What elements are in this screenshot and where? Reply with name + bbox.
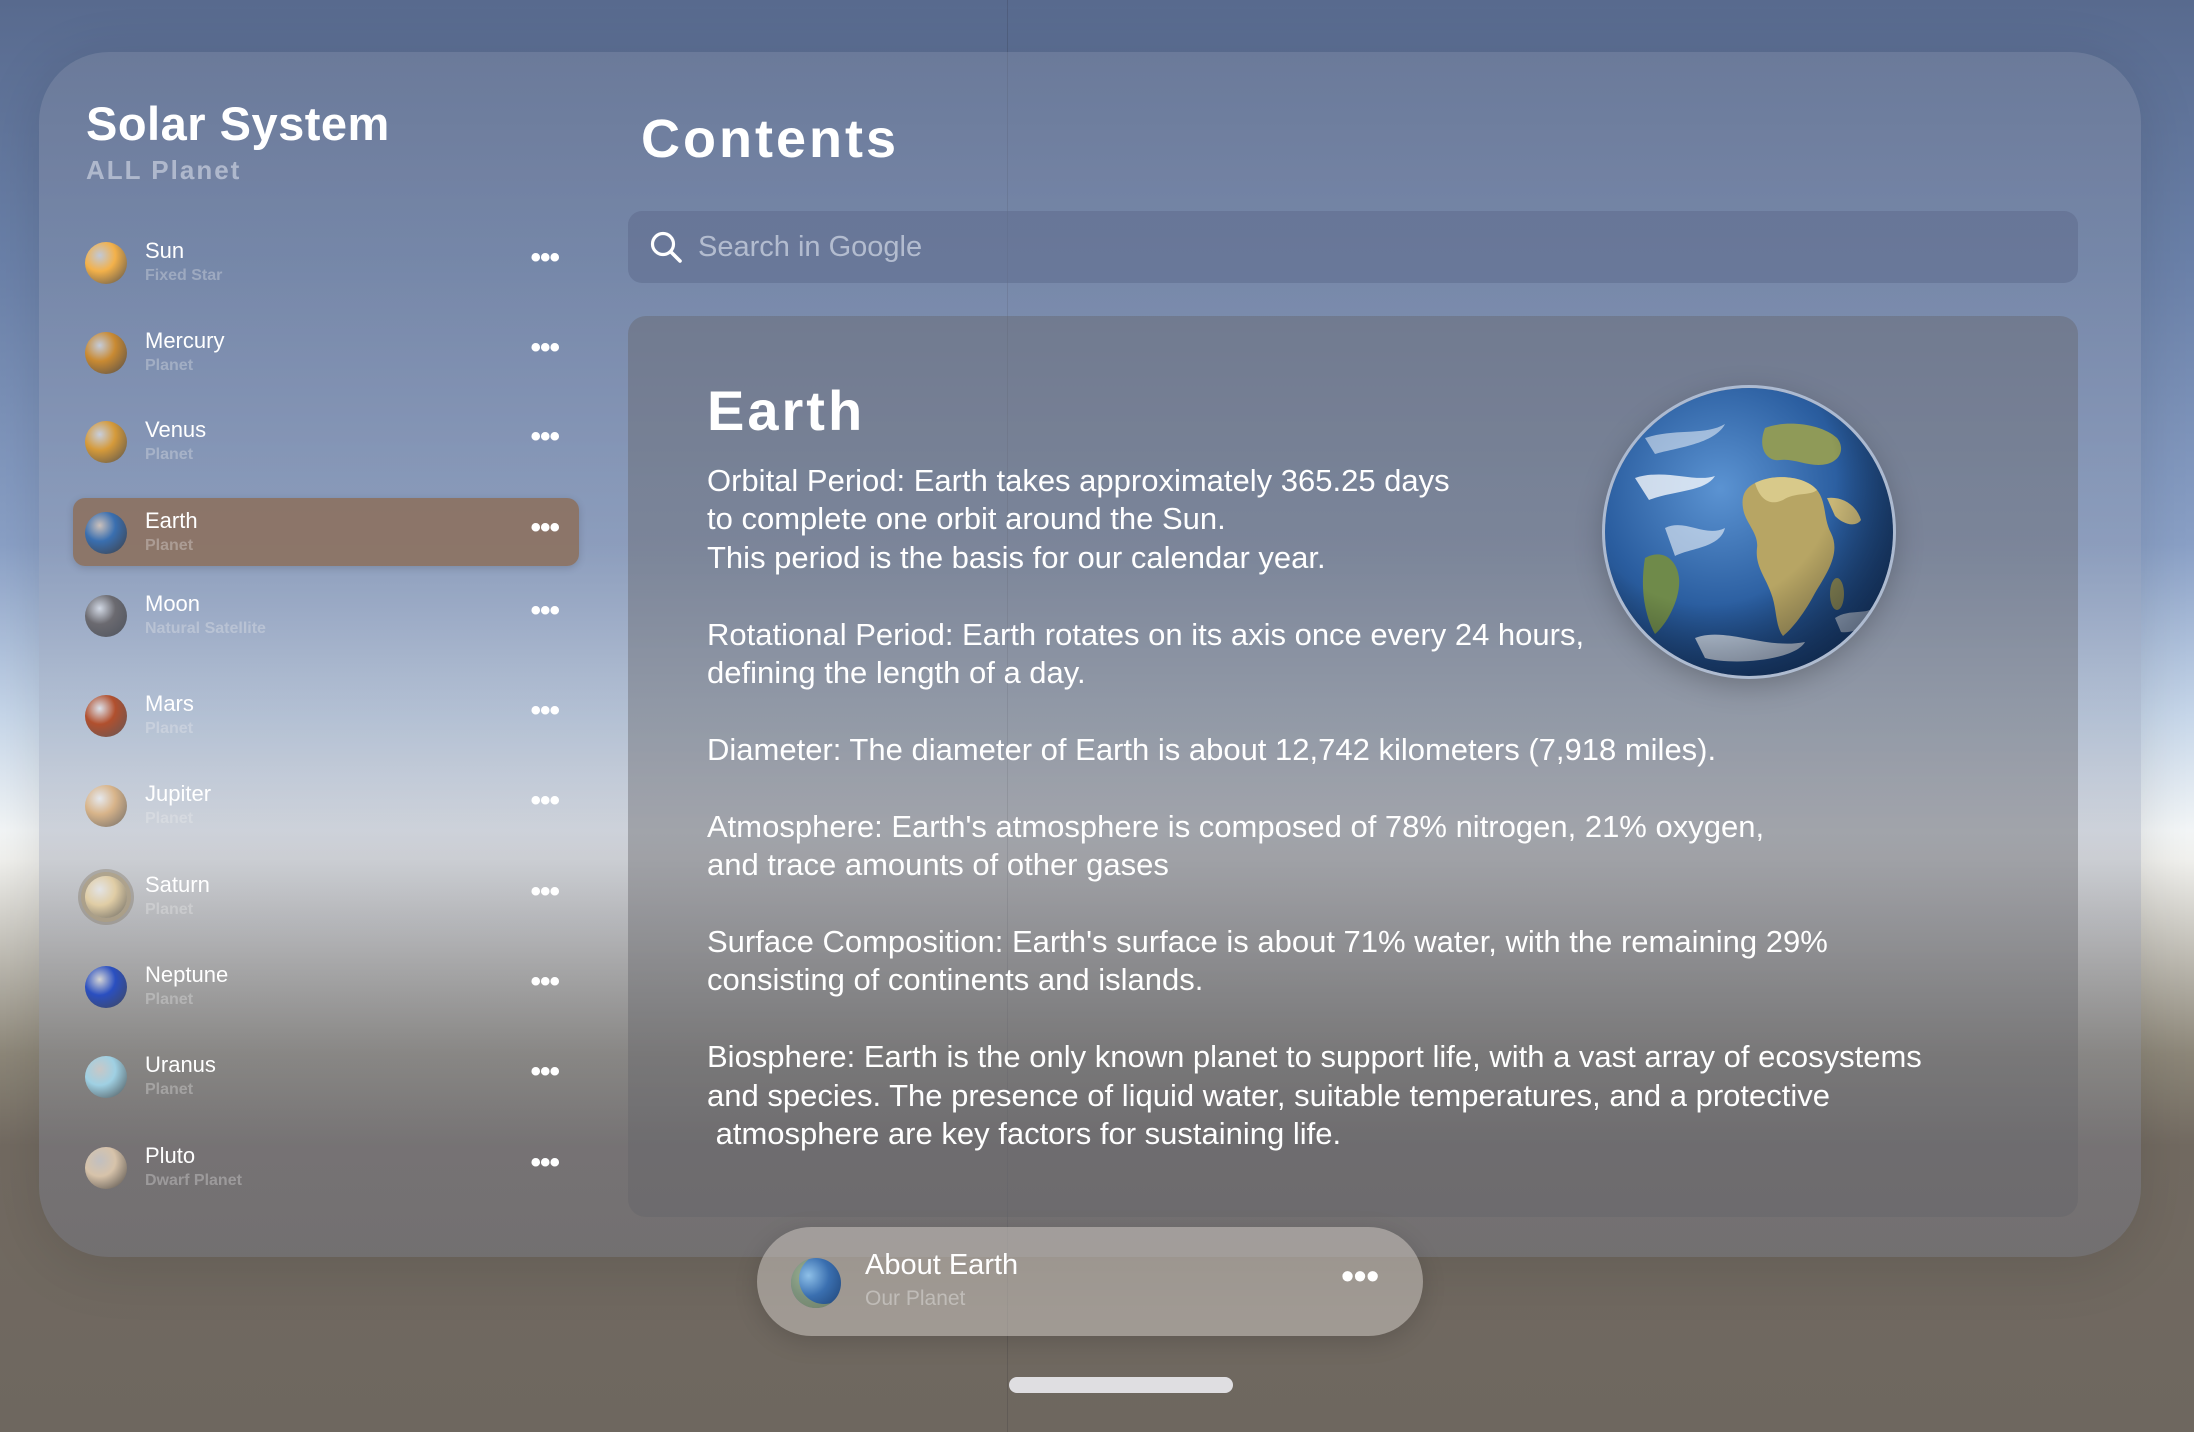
sidebar-item-earth[interactable]: Earth Planet ••• <box>73 498 579 566</box>
sidebar-item-type: Planet <box>145 1081 194 1098</box>
earth-icon <box>791 1258 841 1308</box>
sidebar-item-type: Planet <box>145 446 194 463</box>
mars-icon <box>85 695 127 737</box>
sidebar-item-label: Moon <box>145 591 201 616</box>
neptune-icon <box>85 966 127 1008</box>
sidebar-item-type: Dwarf Planet <box>145 1172 242 1189</box>
sidebar-item-label: Earth <box>145 508 198 533</box>
more-options-button[interactable]: ••• <box>530 1055 559 1089</box>
sidebar-item-type: Planet <box>145 991 194 1008</box>
sidebar-item-moon[interactable]: Moon Natural Satellite ••• <box>73 581 579 649</box>
sidebar-item-type: Natural Satellite <box>145 620 266 637</box>
moon-icon <box>85 595 127 637</box>
sidebar-item-type: Planet <box>145 810 194 827</box>
sidebar-item-saturn[interactable]: Saturn Planet ••• <box>73 862 579 930</box>
more-options-button[interactable]: ••• <box>530 694 559 728</box>
sidebar-item-venus[interactable]: Venus Planet ••• <box>73 407 579 475</box>
page-title: Contents <box>641 109 899 169</box>
more-options-button[interactable]: ••• <box>530 241 559 275</box>
more-options-button[interactable]: ••• <box>530 420 559 454</box>
sidebar-item-label: Sun <box>145 238 185 263</box>
venus-icon <box>85 421 127 463</box>
more-options-button[interactable]: ••• <box>530 965 559 999</box>
sidebar-item-label: Venus <box>145 417 207 442</box>
more-options-button[interactable]: ••• <box>530 1146 559 1180</box>
now-playing-title: About Earth <box>865 1249 1019 1281</box>
more-options-button[interactable]: ••• <box>530 594 559 628</box>
sidebar-item-label: Mars <box>145 691 194 716</box>
sun-icon <box>85 242 127 284</box>
sidebar-item-mars[interactable]: Mars Planet ••• <box>73 681 579 749</box>
sidebar-item-label: Mercury <box>145 328 225 353</box>
earth-icon <box>85 512 127 554</box>
more-options-button[interactable]: ••• <box>530 331 559 365</box>
sidebar-item-label: Neptune <box>145 962 229 987</box>
sidebar-item-neptune[interactable]: Neptune Planet ••• <box>73 952 579 1020</box>
sidebar-item-label: Uranus <box>145 1052 216 1077</box>
jupiter-icon <box>85 785 127 827</box>
sidebar-item-type: Planet <box>145 901 194 918</box>
sidebar-item-type: Planet <box>145 720 194 737</box>
mercury-icon <box>85 332 127 374</box>
sidebar-item-sun[interactable]: Sun Fixed Star ••• <box>73 228 579 296</box>
home-indicator[interactable] <box>1009 1377 1233 1393</box>
search-bar[interactable]: Search in Google <box>628 211 2078 283</box>
sidebar-item-type: Planet <box>145 537 194 554</box>
pluto-icon <box>85 1147 127 1189</box>
sidebar-subtitle: ALL Planet <box>86 155 242 185</box>
sidebar-item-pluto[interactable]: Pluto Dwarf Planet ••• <box>73 1133 579 1201</box>
sidebar-item-mercury[interactable]: Mercury Planet ••• <box>73 318 579 386</box>
now-playing-more-button[interactable]: ••• <box>1341 1255 1379 1297</box>
sidebar-item-label: Pluto <box>145 1143 196 1168</box>
more-options-button[interactable]: ••• <box>530 511 559 545</box>
article-title: Earth <box>707 379 866 442</box>
sidebar-item-label: Jupiter <box>145 781 212 806</box>
sidebar-title: Solar System <box>86 97 390 150</box>
now-playing-subtitle: Our Planet <box>865 1287 966 1310</box>
search-input[interactable]: Search in Google <box>698 231 922 264</box>
sidebar-item-type: Fixed Star <box>145 267 223 284</box>
saturn-icon <box>85 876 127 918</box>
sidebar-item-type: Planet <box>145 357 194 374</box>
more-options-button[interactable]: ••• <box>530 784 559 818</box>
uranus-icon <box>85 1056 127 1098</box>
sidebar-item-uranus[interactable]: Uranus Planet ••• <box>73 1042 579 1110</box>
sidebar-item-label: Saturn <box>145 872 210 897</box>
earth-globe-image <box>1605 388 1893 676</box>
now-playing-bar[interactable]: About Earth Our Planet ••• <box>757 1227 1423 1336</box>
more-options-button[interactable]: ••• <box>530 875 559 909</box>
sidebar-item-jupiter[interactable]: Jupiter Planet ••• <box>73 771 579 839</box>
search-icon <box>650 231 682 263</box>
